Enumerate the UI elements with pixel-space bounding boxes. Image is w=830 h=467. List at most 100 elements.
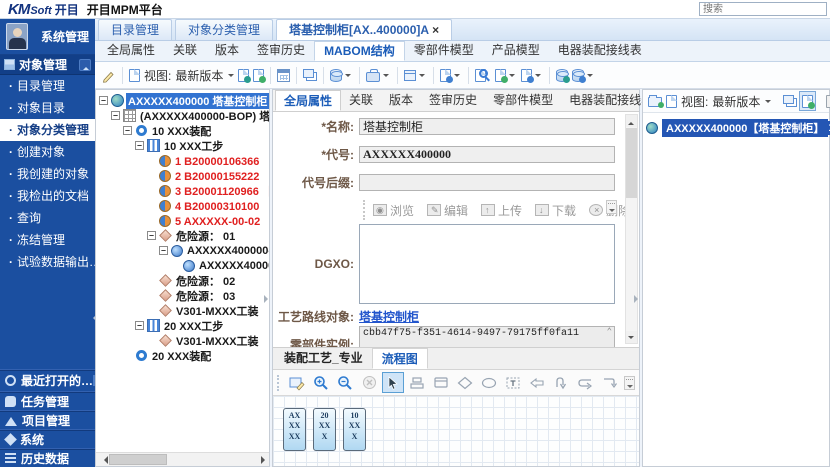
tree-node-assembly-20[interactable]: 20 XXX装配 xyxy=(96,348,269,363)
scroll-right-icon[interactable] xyxy=(256,453,269,466)
collapse-expander-icon[interactable] xyxy=(135,321,144,330)
sidebar-section-object-management[interactable]: 对象管理 xyxy=(0,55,95,75)
tab-catalog-management[interactable]: 目录管理 xyxy=(98,19,172,40)
tree-node-part[interactable]: 3 B20001120966 【刀 xyxy=(96,183,269,198)
tab-global-properties-inner[interactable]: 全局属性 xyxy=(275,90,341,111)
tab-part-model[interactable]: 零部件模型 xyxy=(405,41,483,61)
edit-button[interactable]: 编辑 xyxy=(427,202,468,219)
search-document-alt-icon[interactable] xyxy=(493,65,519,85)
new-document-icon[interactable] xyxy=(664,91,679,111)
collapse-expander-icon[interactable] xyxy=(123,126,132,135)
sidebar-item-my-created-objects[interactable]: 我创建的对象 xyxy=(0,163,95,185)
download-button[interactable]: 下载 xyxy=(535,202,576,219)
tree-node-hazard-doc[interactable]: AXXXXX400000-B xyxy=(96,243,269,258)
tree-splitter-handle[interactable] xyxy=(264,287,270,311)
scroll-up-icon[interactable] xyxy=(626,115,637,127)
tree-node-hazard-03[interactable]: 危险源： 03 xyxy=(96,288,269,303)
view-value[interactable]: 最新版本 xyxy=(175,67,223,84)
code-field[interactable] xyxy=(359,146,615,163)
tab-relations[interactable]: 关联 xyxy=(164,41,206,61)
tab-versions[interactable]: 版本 xyxy=(206,41,248,61)
scroll-up-icon[interactable]: ⌃ xyxy=(607,327,612,337)
tab-part-model-inner[interactable]: 零部件模型 xyxy=(485,90,561,111)
sidebar-section-system[interactable]: 系统 xyxy=(0,429,95,448)
code-suffix-field[interactable] xyxy=(359,174,615,191)
tab-global-properties[interactable]: 全局属性 xyxy=(98,41,164,61)
flowchart-canvas[interactable]: AX XX XX 20 XX X 10 XX X xyxy=(273,396,639,466)
toolbox-icon[interactable] xyxy=(364,65,393,85)
sidebar-section-recently-opened[interactable]: 最近打开的… xyxy=(0,369,95,391)
scrollbar-thumb[interactable] xyxy=(109,454,167,465)
tree-node-workstep-10[interactable]: 10 XXX工步 xyxy=(96,138,269,153)
database-icon[interactable] xyxy=(328,65,355,85)
tab-approval-history[interactable]: 签审历史 xyxy=(248,41,314,61)
collapse-expander-icon[interactable] xyxy=(111,111,120,120)
tree-node-part[interactable]: 2 B20000155222 【带 xyxy=(96,168,269,183)
tab-relations-inner[interactable]: 关联 xyxy=(341,90,381,111)
tree-node-tooling[interactable]: V301-MXXX工装 xyxy=(96,303,269,318)
toolbar-overflow-icon[interactable] xyxy=(624,376,635,390)
arrow-return-icon[interactable] xyxy=(574,372,596,393)
horizontal-scrollbar[interactable] xyxy=(96,452,269,466)
collapse-section-icon[interactable] xyxy=(79,59,91,71)
toolbar-grip[interactable] xyxy=(277,375,281,391)
upload-button[interactable]: 上传 xyxy=(481,202,522,219)
open-folder-icon[interactable] xyxy=(646,91,664,111)
route-object-link[interactable]: 塔基控制柜 xyxy=(359,308,419,325)
database-gear-icon[interactable] xyxy=(554,65,570,85)
zoom-out-icon[interactable] xyxy=(334,372,356,393)
dgxo-textarea[interactable] xyxy=(359,224,615,304)
part-instance-textarea[interactable]: cbb47f75-f351-4614-9497-79175ff0fa11 ⌃ xyxy=(359,326,615,348)
tab-flowchart[interactable]: 流程图 xyxy=(372,348,428,369)
view-value[interactable]: 最新版本 xyxy=(712,93,760,110)
flow-node[interactable]: 20 XX X xyxy=(313,408,336,451)
view-document-icon[interactable] xyxy=(127,65,142,85)
sidebar-item-object-catalog[interactable]: 对象目录 xyxy=(0,97,95,119)
chevron-down-icon[interactable] xyxy=(228,74,234,80)
sidebar-item-catalog-management[interactable]: 目录管理 xyxy=(0,75,95,97)
tree-node-root[interactable]: AXXXXX400000 塔基控制柜 xyxy=(96,93,269,108)
flow-node[interactable]: 10 XX X xyxy=(343,408,366,451)
sidebar-section-project-management[interactable]: 项目管理 xyxy=(0,410,95,429)
sidebar-section-task-management[interactable]: 任务管理 xyxy=(0,391,95,410)
tab-approval-history-inner[interactable]: 签审历史 xyxy=(421,90,485,111)
window-shape-icon[interactable] xyxy=(430,372,452,393)
tab-mabom-structure[interactable]: MABOM结构 xyxy=(314,41,405,61)
tree-node-hazard-02[interactable]: 危险源： 02 xyxy=(96,273,269,288)
search-input[interactable] xyxy=(699,2,827,16)
tab-tower-base-control-cabinet[interactable]: 塔基控制柜[AX..400000]A× xyxy=(276,19,452,40)
arrow-left-icon[interactable] xyxy=(526,372,548,393)
scroll-down-icon[interactable] xyxy=(626,331,637,343)
zoom-in-icon[interactable] xyxy=(310,372,332,393)
close-icon[interactable]: × xyxy=(432,23,439,37)
edit-properties-icon[interactable] xyxy=(286,372,308,393)
tree-node-workstep-20[interactable]: 20 XXX工步 xyxy=(96,318,269,333)
database-edit-icon[interactable] xyxy=(570,65,597,85)
browse-button[interactable]: 浏览 xyxy=(373,202,414,219)
sidebar-item-create-object[interactable]: 创建对象 xyxy=(0,141,95,163)
collapse-expander-icon[interactable] xyxy=(135,141,144,150)
sidebar-item-my-checked-out-docs[interactable]: 我检出的文档 xyxy=(0,185,95,207)
chevron-down-icon[interactable] xyxy=(765,100,771,106)
tree-node-part[interactable]: 4 B20000310100 【紧 xyxy=(96,198,269,213)
edit-pencil-icon[interactable] xyxy=(99,65,118,85)
tree-node-hazard-doc-child[interactable]: AXXXXX400000 xyxy=(96,258,269,273)
import-image-icon[interactable] xyxy=(799,91,816,111)
tab-object-classification[interactable]: 对象分类管理 xyxy=(175,19,273,40)
sidebar-item-freeze-management[interactable]: 冻结管理 xyxy=(0,229,95,251)
collapse-expander-icon[interactable] xyxy=(99,96,108,105)
cascade-windows-icon[interactable] xyxy=(301,65,319,85)
tab-versions-inner[interactable]: 版本 xyxy=(381,90,421,111)
instance-tree-node[interactable]: AXXXXX400000【塔基控制柜】1 xyxy=(645,119,827,137)
sidebar-item-query[interactable]: 查询 xyxy=(0,207,95,229)
tab-electrical-wiring-table[interactable]: 电器装配接线表 xyxy=(549,41,651,61)
tab-product-model[interactable]: 产品模型 xyxy=(483,41,549,61)
toolbar-overflow-icon[interactable] xyxy=(606,200,617,214)
ellipse-shape-icon[interactable] xyxy=(478,372,500,393)
scrollbar-thumb[interactable] xyxy=(626,128,637,198)
tree-node-part[interactable]: 5 AXXXXX-00-02 【 xyxy=(96,213,269,228)
arrow-down-icon[interactable] xyxy=(550,372,572,393)
tree-node-part[interactable]: 1 B20000106366 【打 xyxy=(96,153,269,168)
center-splitter-handle[interactable] xyxy=(634,287,640,311)
document-menu-icon[interactable] xyxy=(519,65,545,85)
